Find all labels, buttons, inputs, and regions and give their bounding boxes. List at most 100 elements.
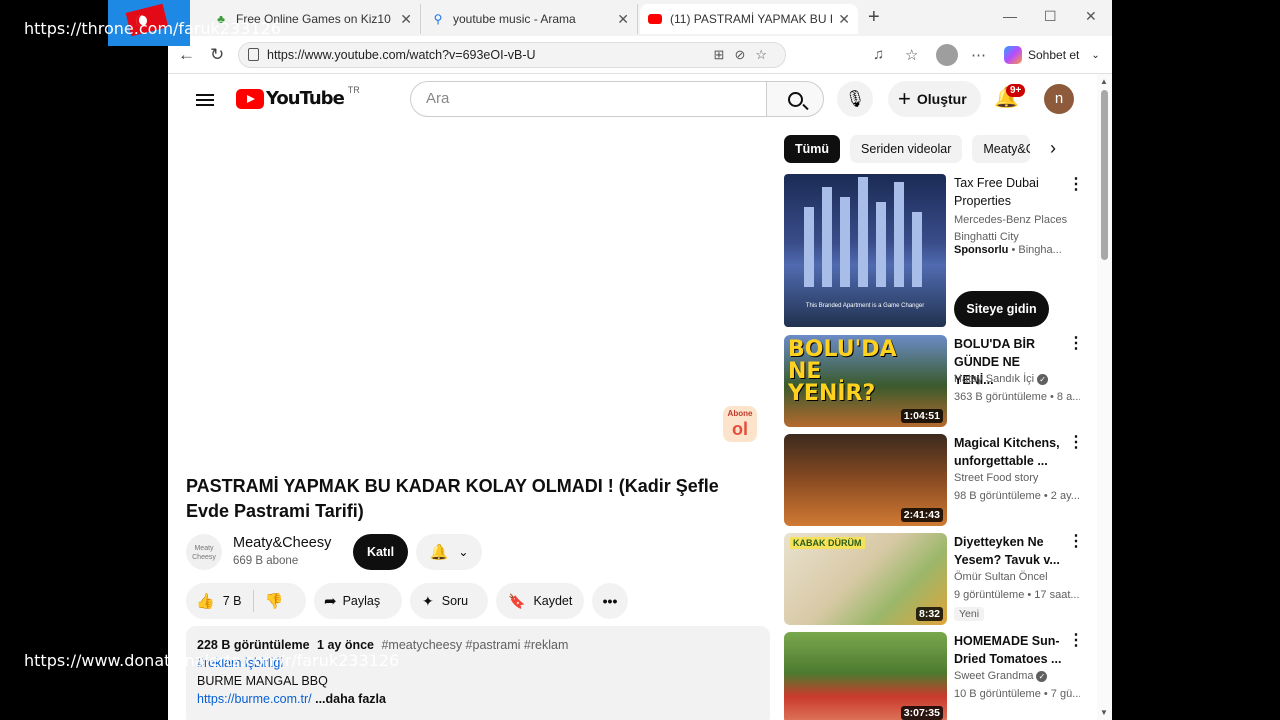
copilot-chat-button[interactable]: Sohbet et ⌄ — [1004, 44, 1100, 66]
video-title[interactable]: Magical Kitchens, unforgettable ... — [954, 434, 1062, 470]
subscription-notification-button[interactable]: 🔔 ⌄ — [416, 534, 482, 570]
stream-overlay-top-text: https://throne.com/faruk233126 — [24, 19, 281, 38]
video-title: PASTRAMİ YAPMAK BU KADAR KOLAY OLMADI ! … — [186, 476, 719, 521]
video-thumbnail[interactable]: 2:41:43 — [784, 434, 947, 526]
sponsored-text: Sponsorlu — [954, 244, 1009, 256]
thumbnail-text: KABAK DÜRÜM — [790, 537, 865, 549]
video-duration: 1:04:51 — [900, 409, 943, 423]
reload-icon[interactable]: ↻ — [210, 45, 224, 65]
ad-more-icon[interactable]: ⋮ — [1068, 177, 1084, 193]
save-button[interactable]: 🔖 Kaydet — [496, 583, 584, 619]
more-icon[interactable]: ⋮ — [1068, 435, 1084, 451]
close-icon[interactable]: ✕ — [617, 11, 629, 28]
close-icon[interactable]: ✕ — [400, 11, 412, 28]
new-tab-button[interactable]: + — [868, 6, 880, 29]
more-icon: ••• — [602, 593, 618, 609]
more-icon[interactable]: ⋮ — [1068, 336, 1084, 352]
page-scrollbar[interactable]: ▲ ▼ — [1097, 74, 1112, 720]
recommendation-item[interactable]: 2:41:43 Magical Kitchens, unforgettable … — [784, 434, 1084, 526]
thumbs-down-icon[interactable]: 👎 — [264, 592, 283, 610]
video-title[interactable]: HOMEMADE Sun-Dried Tomatoes ... — [954, 632, 1062, 668]
bell-icon: 🔔 — [429, 544, 449, 561]
more-actions-button[interactable]: ••• — [592, 583, 628, 619]
channel-avatar[interactable]: Meaty Cheesy — [186, 534, 222, 570]
hashtags[interactable]: #meatycheesy #pastrami #reklam — [381, 638, 568, 652]
notification-badge: 9+ — [1006, 84, 1026, 97]
search-input[interactable]: Ara — [410, 81, 767, 117]
video-thumbnail[interactable]: BOLU'DA NE YENİR? 1:04:51 — [784, 335, 947, 427]
tab-search[interactable]: ⚲ youtube music - Arama ✕ — [423, 4, 638, 34]
tab-youtube-video[interactable]: (11) PASTRAMİ YAPMAK BU KADAR ✕ — [640, 4, 858, 34]
more-menu-icon[interactable]: ⋯ — [971, 46, 986, 64]
maximize-icon[interactable]: ☐ — [1044, 8, 1057, 25]
video-title[interactable]: Diyetteyken Ne Yesem? Tavuk v... — [954, 533, 1062, 569]
bookmark-icon: 🔖 — [508, 592, 526, 609]
verified-icon: ✓ — [1036, 671, 1048, 682]
chevron-down-icon: ⌄ — [1091, 49, 1100, 61]
verified-icon: ✓ — [1037, 374, 1049, 385]
thumbnail-text: BOLU'DA NE YENİR? — [788, 337, 897, 406]
channel-name: Ömür Sultan Öncel — [954, 571, 1048, 583]
divider — [253, 590, 255, 612]
subscribe-watermark[interactable]: Abone ol — [723, 406, 757, 442]
scroll-down-icon[interactable]: ▼ — [1100, 708, 1108, 717]
close-icon[interactable]: ✕ — [838, 11, 850, 28]
scrollbar-thumb[interactable] — [1101, 90, 1108, 260]
video-thumbnail[interactable]: 3:07:35 — [784, 632, 947, 720]
search-button[interactable] — [766, 81, 824, 117]
like-count[interactable]: 7 B — [223, 594, 242, 608]
recommendation-item[interactable]: KABAK DÜRÜM 8:32 Diyetteyken Ne Yesem? T… — [784, 533, 1084, 625]
browser-profile-avatar[interactable] — [936, 44, 958, 66]
ad-thumbnail[interactable]: This Branded Apartment is a Game Changer — [784, 174, 946, 327]
show-more-link[interactable]: ...daha fazla — [315, 692, 386, 706]
window-close-icon[interactable]: ✕ — [1085, 8, 1097, 25]
user-avatar[interactable]: n — [1044, 84, 1074, 114]
youtube-logo[interactable]: YouTube TR — [236, 85, 360, 109]
join-button[interactable]: Katıl — [353, 534, 408, 570]
ad-visit-site-button[interactable]: Siteye gidin — [954, 291, 1049, 327]
chip-all[interactable]: Tümü — [784, 135, 841, 163]
new-badge: Yeni — [954, 607, 985, 621]
recommendation-item[interactable]: 3:07:35 HOMEMADE Sun-Dried Tomatoes ... … — [784, 632, 1084, 720]
minimize-icon[interactable]: — — [1003, 8, 1017, 24]
description-link[interactable]: https://burme.com.tr/ — [197, 692, 312, 706]
create-button[interactable]: + Oluştur — [888, 81, 981, 117]
url-field[interactable]: https://www.youtube.com/watch?v=693eOI-v… — [238, 42, 786, 68]
favorites-icon[interactable]: ☆ — [905, 46, 918, 64]
chevron-right-icon[interactable]: › — [1050, 138, 1056, 159]
more-icon[interactable]: ⋮ — [1068, 534, 1084, 550]
channel-name: Street Food story — [954, 472, 1039, 484]
video-player[interactable] — [186, 124, 768, 444]
ad-advertiser: Mercedes-Benz Places Binghatti City — [954, 214, 1068, 243]
thumbs-up-icon[interactable]: 👍 — [196, 592, 215, 610]
address-actions[interactable]: ⊞⊘☆ — [714, 43, 777, 67]
logo-text: YouTube — [266, 88, 345, 109]
ask-button[interactable]: ✦ Soru — [410, 583, 488, 619]
scroll-up-icon[interactable]: ▲ — [1100, 77, 1108, 86]
youtube-page: YouTube TR Ara 🎙 + Oluştur 🔔 9+ n Abone … — [168, 74, 1112, 720]
video-thumbnail[interactable]: KABAK DÜRÜM 8:32 — [784, 533, 947, 625]
back-icon[interactable]: ← — [178, 45, 195, 65]
hamburger-menu-icon[interactable] — [196, 91, 214, 109]
media-icon[interactable]: ♫ — [873, 46, 884, 63]
more-icon[interactable]: ⋮ — [1068, 633, 1084, 649]
channel-name[interactable]: Meaty&Cheesy — [233, 535, 331, 551]
create-label: Oluştur — [916, 91, 967, 107]
url-text: https://www.youtube.com/watch?v=693eOI-v… — [267, 48, 536, 62]
channel-subscriber-count: 669 B abone — [233, 555, 299, 567]
stream-overlay-bottom-text: https://www.donationalerts.com/r/faruk23… — [24, 651, 400, 670]
channel-logo-text: Meaty Cheesy — [192, 545, 216, 561]
chip-series[interactable]: Seriden videolar — [850, 135, 963, 163]
voice-search-button[interactable]: 🎙 — [837, 81, 873, 117]
youtube-icon — [648, 12, 662, 26]
video-description[interactable]: 228 B görüntüleme 1 ay önce #meatycheesy… — [186, 626, 770, 720]
channel-name: Sweet Grandma ✓ — [954, 670, 1074, 682]
share-button[interactable]: ➦ Paylaş — [314, 583, 402, 619]
sponsored-extra: Bingha... — [1018, 244, 1062, 256]
watermark-bottom-text: ol — [732, 419, 748, 439]
ad-thumbnail-text: This Branded Apartment is a Game Changer — [805, 303, 925, 309]
ad-title[interactable]: Tax Free Dubai Properties — [954, 174, 1064, 210]
like-dislike-group: 👍 7 B 👎 — [186, 583, 306, 619]
chip-channel[interactable]: Meaty&Cheesy — [972, 135, 1031, 163]
recommendation-item[interactable]: BOLU'DA NE YENİR? 1:04:51 BOLU'DA BİR GÜ… — [784, 335, 1084, 427]
